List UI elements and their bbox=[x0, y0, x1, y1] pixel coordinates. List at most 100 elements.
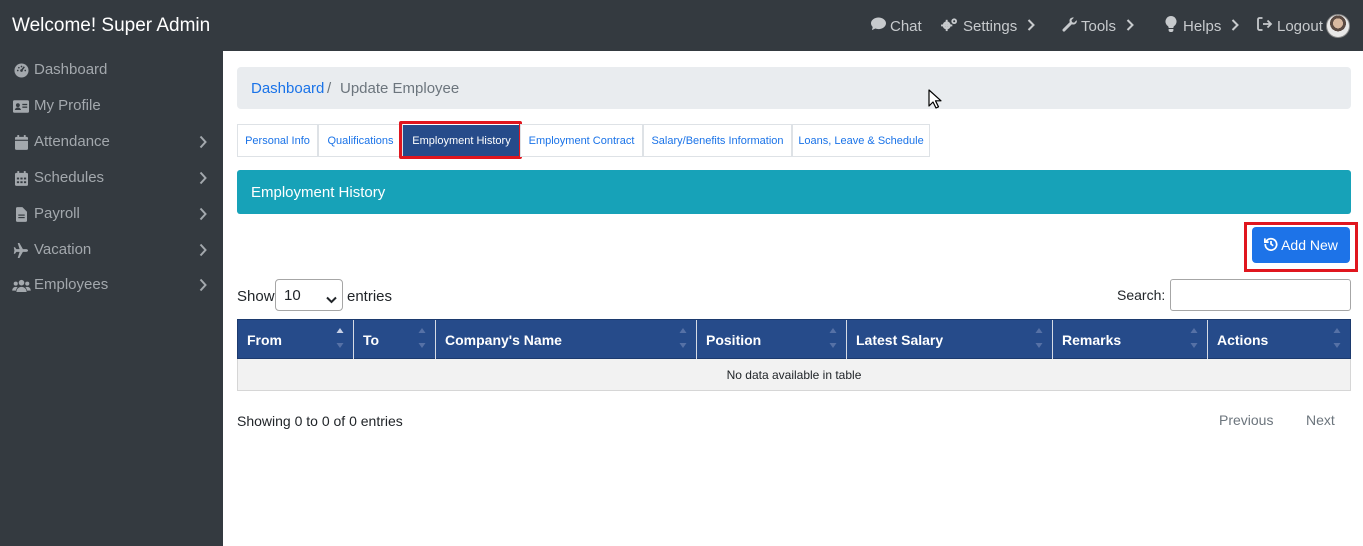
sidebar-item-attendance[interactable]: Attendance bbox=[0, 127, 223, 157]
sidebar-item-label: Payroll bbox=[34, 205, 80, 222]
chevron-right-icon bbox=[1126, 18, 1134, 35]
column-header-remarks[interactable]: Remarks bbox=[1053, 320, 1208, 359]
sort-icon bbox=[679, 326, 687, 350]
sidebar-item-employees[interactable]: Employees bbox=[0, 270, 223, 300]
entries-length-select[interactable]: 10 bbox=[275, 279, 343, 311]
breadcrumb-current: Update Employee bbox=[340, 80, 460, 97]
sidebar-item-label: Vacation bbox=[34, 241, 92, 258]
dashboard-icon bbox=[13, 62, 29, 78]
add-new-button[interactable]: Add New bbox=[1252, 227, 1350, 263]
column-header-position[interactable]: Position bbox=[697, 320, 847, 359]
show-label: Show bbox=[237, 288, 275, 305]
sort-icon bbox=[336, 326, 344, 350]
column-header-from[interactable]: From bbox=[238, 320, 354, 359]
sidebar-item-schedules[interactable]: Schedules bbox=[0, 163, 223, 193]
sidebar-item-payroll[interactable]: Payroll bbox=[0, 199, 223, 229]
table-info: Showing 0 to 0 of 0 entries bbox=[237, 413, 403, 429]
tab-label: Salary/Benefits Information bbox=[651, 134, 784, 147]
tab-label: Personal Info bbox=[245, 134, 310, 147]
nav-logout-label: Logout bbox=[1277, 17, 1323, 35]
sidebar-item-dashboard[interactable]: Dashboard bbox=[0, 55, 223, 85]
column-label: Actions bbox=[1217, 332, 1269, 348]
lightbulb-icon bbox=[1165, 15, 1177, 36]
column-label: Remarks bbox=[1062, 332, 1122, 348]
sidebar-item-vacation[interactable]: Vacation bbox=[0, 235, 223, 265]
column-header-latest-salary[interactable]: Latest Salary bbox=[847, 320, 1053, 359]
highlight-frame bbox=[399, 121, 522, 159]
calendar-icon bbox=[13, 134, 29, 150]
add-new-label: Add New bbox=[1281, 237, 1338, 253]
avatar[interactable] bbox=[1326, 14, 1350, 38]
section-title: Employment History bbox=[251, 184, 386, 201]
column-label: From bbox=[247, 332, 282, 348]
tab-salary-benefits[interactable]: Salary/Benefits Information bbox=[643, 124, 792, 157]
history-icon bbox=[1264, 237, 1278, 254]
chevron-down-icon bbox=[326, 291, 337, 308]
chevron-right-icon bbox=[199, 207, 207, 225]
column-header-company-name[interactable]: Company's Name bbox=[436, 320, 697, 359]
plane-icon bbox=[13, 242, 29, 258]
tab-qualifications[interactable]: Qualifications bbox=[318, 124, 403, 157]
tab-label: Qualifications bbox=[327, 134, 394, 147]
mouse-cursor-icon bbox=[928, 89, 942, 114]
nav-tools[interactable]: Tools bbox=[1062, 16, 1134, 36]
sort-icon bbox=[1333, 326, 1341, 350]
sort-icon bbox=[1035, 326, 1043, 350]
table-row: No data available in table bbox=[237, 359, 1351, 391]
brand-title: Welcome! Super Admin bbox=[12, 15, 211, 36]
column-label: To bbox=[363, 332, 380, 348]
sidebar-item-label: Attendance bbox=[34, 133, 110, 150]
chevron-right-icon bbox=[1027, 18, 1036, 35]
nav-tools-label: Tools bbox=[1081, 17, 1117, 35]
tab-loans-leave-schedule[interactable]: Loans, Leave & Schedule bbox=[792, 124, 930, 157]
nav-settings-label: Settings bbox=[963, 17, 1018, 35]
sort-icon bbox=[418, 326, 426, 350]
search-input[interactable] bbox=[1170, 279, 1351, 311]
tab-label: Employment Contract bbox=[528, 134, 635, 147]
table-header: From To Company's Name Position Latest S… bbox=[237, 319, 1351, 359]
column-header-actions[interactable]: Actions bbox=[1208, 320, 1350, 359]
sidebar-item-my-profile[interactable]: My Profile bbox=[0, 91, 223, 121]
sidebar-item-label: Employees bbox=[34, 276, 109, 293]
sidebar-item-label: Schedules bbox=[34, 169, 105, 186]
tab-employment-contract[interactable]: Employment Contract bbox=[520, 124, 643, 157]
column-label: Latest Salary bbox=[856, 332, 944, 348]
sidebar-item-label: Dashboard bbox=[34, 61, 108, 78]
file-icon bbox=[13, 206, 29, 222]
empty-table-message: No data available in table bbox=[726, 368, 862, 382]
tab-personal-info[interactable]: Personal Info bbox=[237, 124, 318, 157]
nav-helps[interactable]: Helps bbox=[1165, 15, 1240, 36]
sidebar-item-label: My Profile bbox=[34, 97, 101, 114]
pagination-previous[interactable]: Previous bbox=[1219, 412, 1273, 428]
entries-label: entries bbox=[347, 288, 393, 305]
column-label: Position bbox=[706, 332, 762, 348]
chevron-right-icon bbox=[199, 135, 207, 153]
calendar-grid-icon bbox=[13, 170, 29, 186]
chevron-right-icon bbox=[199, 278, 207, 296]
entries-length-value: 10 bbox=[284, 286, 301, 304]
column-header-to[interactable]: To bbox=[354, 320, 436, 359]
sort-icon bbox=[829, 326, 837, 350]
chevron-right-icon bbox=[199, 243, 207, 261]
nav-chat-label: Chat bbox=[890, 17, 922, 35]
chat-icon bbox=[871, 17, 886, 35]
nav-chat[interactable]: Chat bbox=[871, 17, 922, 35]
breadcrumb-dashboard-link[interactable]: Dashboard bbox=[251, 80, 324, 97]
id-card-icon bbox=[13, 98, 29, 114]
search-label: Search: bbox=[1117, 287, 1166, 303]
section-header: Employment History bbox=[237, 170, 1351, 214]
nav-logout[interactable]: Logout bbox=[1257, 17, 1323, 35]
column-label: Company's Name bbox=[445, 332, 562, 348]
cogs-icon bbox=[940, 17, 959, 36]
sort-icon bbox=[1190, 326, 1198, 350]
tab-label: Loans, Leave & Schedule bbox=[798, 134, 924, 147]
pagination-next[interactable]: Next bbox=[1306, 412, 1335, 428]
nav-helps-label: Helps bbox=[1183, 17, 1222, 35]
nav-settings[interactable]: Settings bbox=[940, 17, 1036, 36]
users-icon bbox=[12, 277, 31, 293]
chevron-right-icon bbox=[1231, 18, 1240, 35]
wrench-icon bbox=[1062, 16, 1077, 36]
breadcrumb: Dashboard / Update Employee bbox=[237, 67, 1351, 109]
logout-icon bbox=[1257, 17, 1273, 35]
chevron-right-icon bbox=[199, 171, 207, 189]
